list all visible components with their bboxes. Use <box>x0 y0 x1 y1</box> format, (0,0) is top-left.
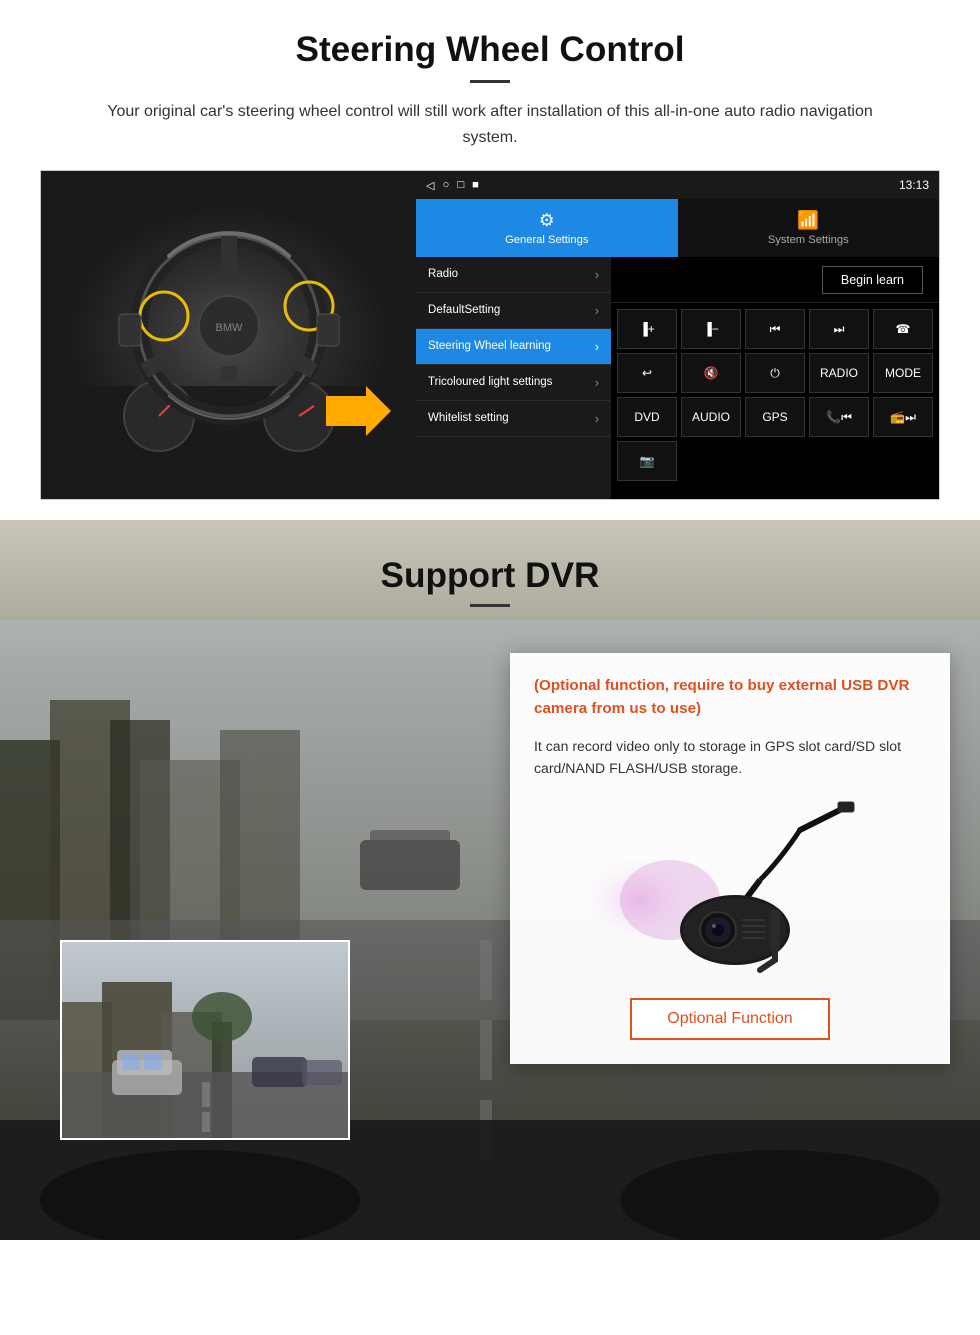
menu-item-radio-label: Radio <box>428 267 458 282</box>
android-status-bar: ◁ ○ □ ■ 13:13 <box>416 171 939 199</box>
recents-icon: □ <box>457 179 464 192</box>
phone-button[interactable]: ☎ <box>873 309 933 349</box>
camera-button[interactable]: 📷 <box>617 441 677 481</box>
dvr-title-area: Support DVR <box>0 520 980 623</box>
mode-button[interactable]: MODE <box>873 353 933 393</box>
dvr-camera-illustration <box>534 800 926 980</box>
gear-icon: ⚙ <box>539 210 555 231</box>
phone-next-button[interactable]: 📻⏭ <box>873 397 933 437</box>
title-divider <box>470 80 510 83</box>
chevron-icon: › <box>595 267 599 282</box>
camera-icon: 📷 <box>640 454 655 468</box>
chevron-icon: › <box>595 375 599 390</box>
steering-description: Your original car's steering wheel contr… <box>90 99 890 150</box>
dvr-title: Support DVR <box>0 556 980 596</box>
power-icon: ⏻ <box>770 366 780 381</box>
gps-button[interactable]: GPS <box>745 397 805 437</box>
steering-wheel-photo: BMW <box>41 171 416 500</box>
chevron-icon: › <box>595 303 599 318</box>
power-button[interactable]: ⏻ <box>745 353 805 393</box>
begin-learn-row: Begin learn <box>611 257 939 303</box>
dvr-section: Support DVR <box>0 520 980 1240</box>
menu-item-whitelist-label: Whitelist setting <box>428 411 509 426</box>
prev-track-button[interactable]: ⏮ <box>745 309 805 349</box>
dvr-body-text: It can record video only to storage in G… <box>534 735 926 780</box>
radio-label: RADIO <box>820 366 858 380</box>
tab-system-label: System Settings <box>768 234 849 246</box>
chevron-icon: › <box>595 411 599 426</box>
steering-control-panel: Begin learn ▐+ ▐− ⏮ <box>611 257 939 499</box>
menu-item-radio[interactable]: Radio › <box>416 257 611 293</box>
dvr-camera-thumbnail <box>60 940 350 1140</box>
dvd-label: DVD <box>634 410 659 424</box>
vol-up-icon: ▐+ <box>639 322 655 336</box>
steering-title: Steering Wheel Control <box>40 30 940 70</box>
menu-item-tricolour[interactable]: Tricoloured light settings › <box>416 365 611 401</box>
dvr-info-card: (Optional function, require to buy exter… <box>510 653 950 1064</box>
vol-up-button[interactable]: ▐+ <box>617 309 677 349</box>
phone-prev-button[interactable]: 📞⏮ <box>809 397 869 437</box>
tab-general-settings[interactable]: ⚙ General Settings <box>416 199 678 257</box>
steering-section: Steering Wheel Control Your original car… <box>0 0 980 520</box>
phone-next-icon: 📻⏭ <box>890 410 916 425</box>
phone-icon: ☎ <box>896 322 911 336</box>
tab-system-settings[interactable]: 📶 System Settings <box>678 199 940 257</box>
mute-icon: 🔇 <box>704 366 719 380</box>
menu-item-steering-label: Steering Wheel learning <box>428 339 551 354</box>
android-content: Radio › DefaultSetting › Steering Wheel … <box>416 257 939 499</box>
yellow-arrow-icon <box>316 381 396 441</box>
status-icons-left: ◁ ○ □ ■ <box>426 179 479 192</box>
menu-item-tricolour-label: Tricoloured light settings <box>428 375 552 390</box>
mode-label: MODE <box>885 366 921 380</box>
hangup-button[interactable]: ↩ <box>617 353 677 393</box>
rearview-scene-svg <box>62 942 350 1140</box>
settings-menu-list: Radio › DefaultSetting › Steering Wheel … <box>416 257 611 499</box>
status-time: 13:13 <box>899 178 929 192</box>
android-screen: ◁ ○ □ ■ 13:13 ⚙ General Settings 📶 Syste… <box>416 171 939 499</box>
wifi-icon: 📶 <box>797 210 819 231</box>
menu-item-default[interactable]: DefaultSetting › <box>416 293 611 329</box>
menu-icon: ■ <box>472 179 479 192</box>
radio-button[interactable]: RADIO <box>809 353 869 393</box>
begin-learn-button[interactable]: Begin learn <box>822 266 923 294</box>
android-tabs: ⚙ General Settings 📶 System Settings <box>416 199 939 257</box>
menu-item-steering[interactable]: Steering Wheel learning › <box>416 329 611 365</box>
android-ui-screenshot: BMW <box>40 170 940 500</box>
next-track-button[interactable]: ⏭ <box>809 309 869 349</box>
audio-button[interactable]: AUDIO <box>681 397 741 437</box>
optional-function-button[interactable]: Optional Function <box>630 998 830 1040</box>
control-buttons-grid: ▐+ ▐− ⏮ ⏭ ☎ <box>611 303 939 487</box>
dvr-optional-text: (Optional function, require to buy exter… <box>534 675 926 721</box>
vol-down-button[interactable]: ▐− <box>681 309 741 349</box>
prev-track-icon: ⏮ <box>770 322 781 337</box>
dvd-button[interactable]: DVD <box>617 397 677 437</box>
menu-item-whitelist[interactable]: Whitelist setting › <box>416 401 611 437</box>
camera-device-svg <box>580 800 880 980</box>
mute-button[interactable]: 🔇 <box>681 353 741 393</box>
vol-down-icon: ▐− <box>703 322 719 336</box>
svg-text:BMW: BMW <box>215 322 243 334</box>
tab-general-label: General Settings <box>505 234 588 246</box>
home-icon: ○ <box>443 179 450 192</box>
menu-item-default-label: DefaultSetting <box>428 303 500 318</box>
phone-prev-icon: 📞⏮ <box>826 410 852 425</box>
dvr-divider <box>470 604 510 607</box>
next-track-icon: ⏭ <box>834 322 845 337</box>
audio-label: AUDIO <box>692 410 730 424</box>
back-icon: ◁ <box>426 179 435 192</box>
hangup-icon: ↩ <box>642 366 652 380</box>
gps-label: GPS <box>762 410 787 424</box>
dvr-thumb-image <box>62 942 348 1138</box>
chevron-icon: › <box>595 339 599 354</box>
